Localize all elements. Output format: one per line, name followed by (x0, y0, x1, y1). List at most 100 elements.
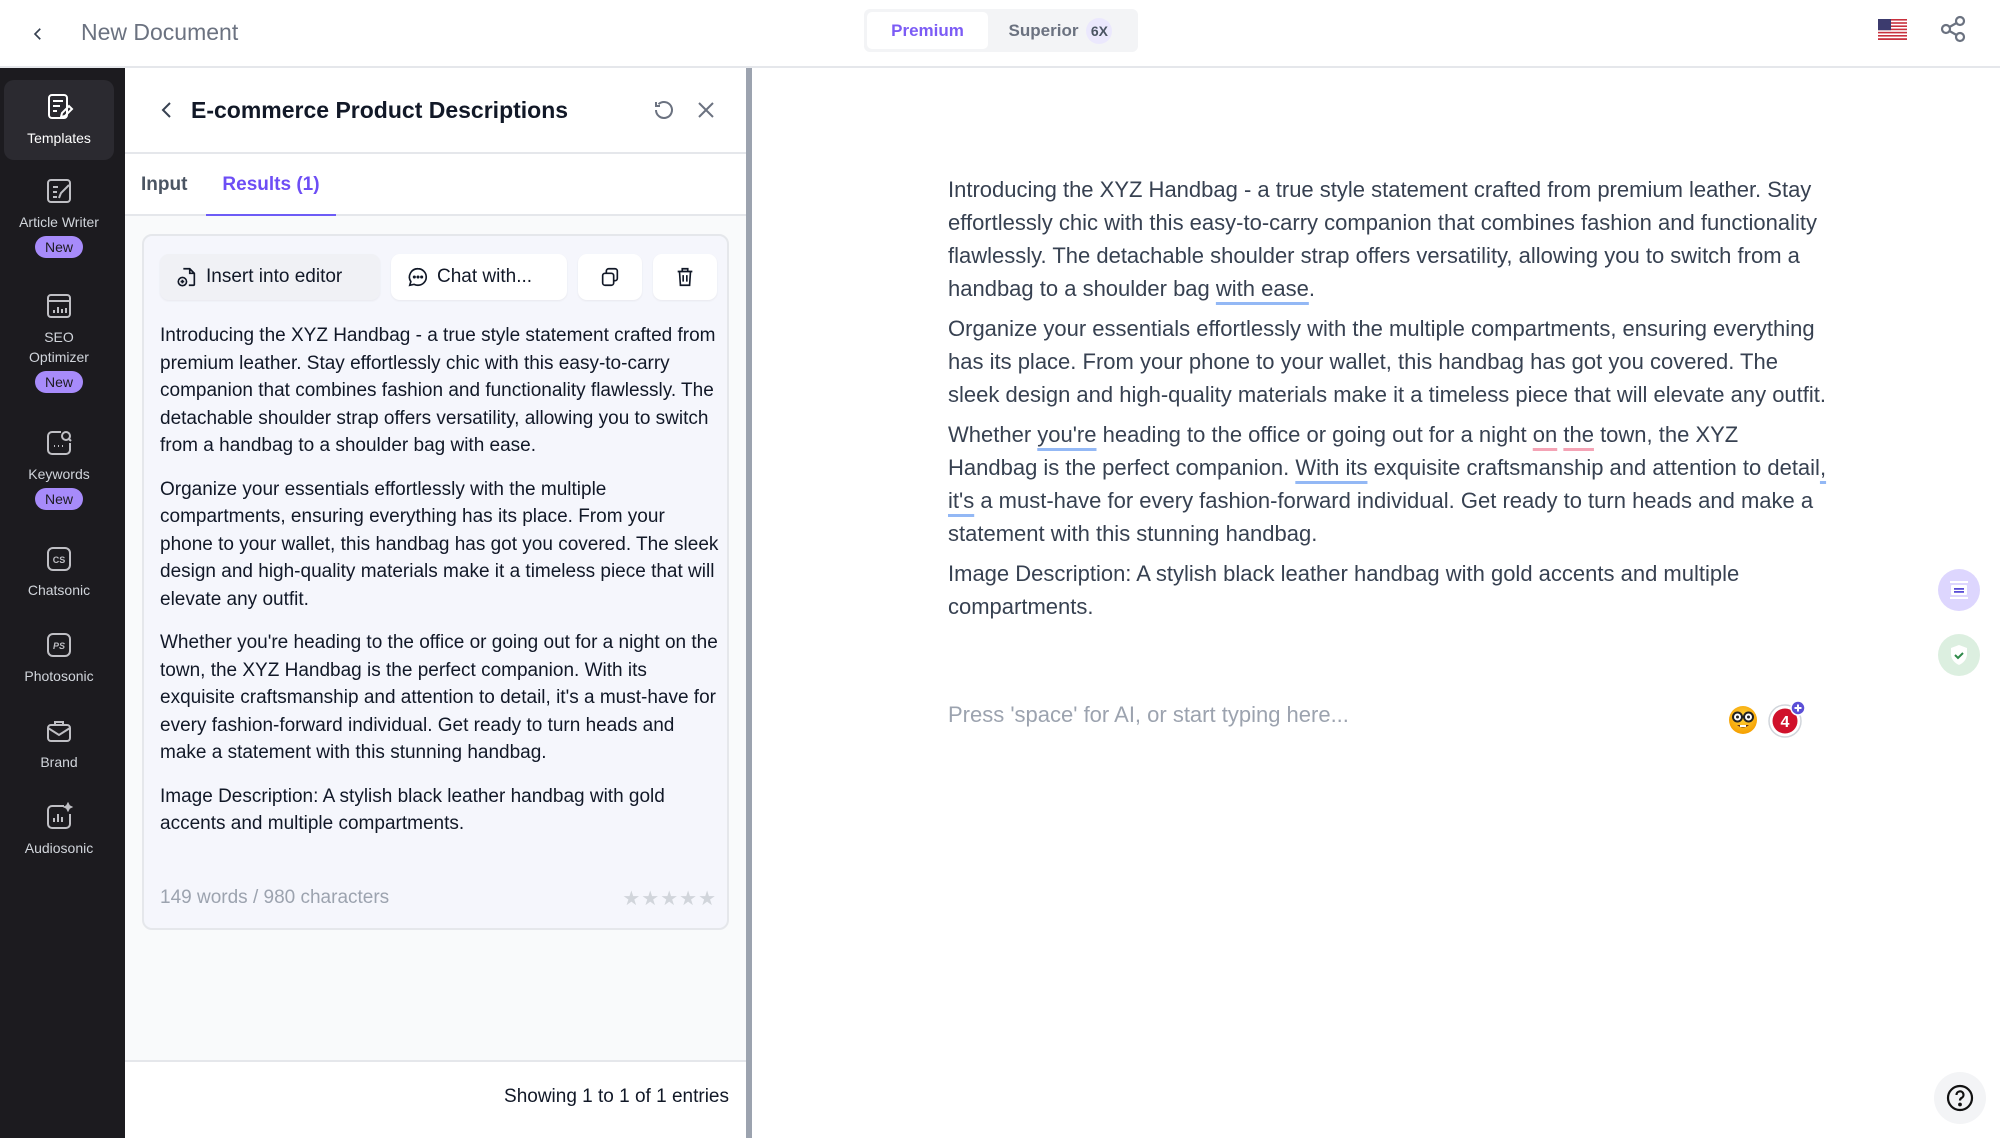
mode-premium[interactable]: Premium (867, 12, 988, 49)
mode-superior-label: Superior (1008, 20, 1079, 40)
star-icon[interactable]: ★ (641, 886, 659, 911)
tab-input[interactable]: Input (141, 154, 187, 216)
result-paragraph: Whether you're heading to the office or … (160, 632, 718, 763)
keywords-icon (47, 431, 72, 455)
result-paragraph: Organize your essentials effortlessly wi… (160, 478, 719, 610)
result-card: Insert into editor Chat with... Introduc… (142, 234, 729, 930)
spelling-suggestion[interactable]: on (1533, 422, 1557, 447)
left-navigation: Templates Article Writer New SEO Optimiz… (0, 68, 125, 1138)
rating-stars: ★ ★ ★ ★ ★ (622, 886, 716, 911)
grammar-issue-count: 4 (1781, 714, 1790, 731)
insert-label: Insert into editor (206, 266, 343, 287)
entries-count: Showing 1 to 1 of 1 entries (504, 1086, 729, 1107)
nav-article-writer-label: Article Writer (19, 214, 99, 230)
panel-tabs: Input Results (1) (125, 154, 746, 217)
insert-into-editor-button[interactable]: Insert into editor (160, 254, 380, 300)
editor-paragraph: Organize your essentials effortlessly wi… (948, 316, 1827, 407)
question-icon (1946, 1084, 1974, 1112)
nav-brand-label: Brand (40, 754, 78, 770)
editor-paragraph: Whether you're heading to the office or … (948, 422, 1827, 546)
nav-seo-optimizer-label: SEO Optimizer (29, 329, 89, 365)
spelling-suggestion[interactable]: the (1563, 422, 1594, 447)
grammar-suggestion[interactable]: you're (1037, 422, 1096, 447)
editor-paragraph: Introducing the XYZ Handbag - a true sty… (948, 177, 1818, 301)
new-badge: New (34, 371, 83, 393)
svg-text:CS: CS (53, 555, 66, 565)
editor: Introducing the XYZ Handbag - a true sty… (752, 68, 2000, 1138)
templates-icon (48, 94, 74, 119)
plagiarism-check-button[interactable] (1938, 634, 1980, 676)
document-title[interactable]: New Document (81, 16, 238, 48)
chevron-left-icon (33, 28, 41, 40)
reset-icon[interactable] (652, 98, 676, 122)
template-panel: E-commerce Product Descriptions Input Re… (125, 68, 746, 1138)
top-bar: New Document Premium Superior 6X (0, 0, 2000, 68)
mode-premium-label: Premium (891, 20, 964, 40)
nav-audiosonic-label: Audiosonic (24, 840, 94, 856)
nav-photosonic[interactable]: PS Photosonic (4, 630, 114, 686)
panel-header: E-commerce Product Descriptions (125, 68, 746, 154)
result-paragraph: Image Description: A stylish black leath… (160, 785, 665, 835)
chat-bubble-icon (408, 267, 427, 287)
nav-keywords-label: Keywords (28, 466, 90, 482)
new-badge: New (34, 236, 83, 258)
result-actions: Insert into editor Chat with... (160, 254, 717, 300)
ai-prompt-placeholder[interactable]: Press 'space' for AI, or start typing he… (948, 702, 1349, 728)
result-text: Introducing the XYZ Handbag - a true sty… (160, 322, 720, 854)
panel-title: E-commerce Product Descriptions (191, 97, 569, 123)
help-button[interactable] (1934, 1072, 1986, 1124)
result-footer: 149 words / 980 characters ★ ★ ★ ★ ★ (160, 884, 716, 912)
article-writer-icon (47, 179, 71, 203)
chat-with-button[interactable]: Chat with... (391, 254, 567, 300)
panel-back-icon[interactable] (155, 98, 179, 122)
result-paragraph: Introducing the XYZ Handbag - a true sty… (160, 325, 716, 456)
notes-button[interactable] (1938, 569, 1980, 611)
nav-chatsonic-label: Chatsonic (27, 582, 91, 598)
results-list: Insert into editor Chat with... Introduc… (125, 216, 746, 1060)
nav-keywords[interactable]: Keywords New (4, 428, 114, 510)
audiosonic-icon (47, 802, 74, 829)
star-icon[interactable]: ★ (679, 886, 697, 911)
photosonic-icon: PS (47, 633, 71, 657)
close-icon[interactable] (694, 98, 718, 122)
share-icon[interactable] (1938, 14, 1968, 44)
nav-audiosonic[interactable]: Audiosonic (4, 802, 114, 858)
svg-text:PS: PS (53, 641, 65, 651)
nerd-emoji-icon[interactable] (1727, 704, 1759, 736)
grammar-suggestion[interactable]: With its (1295, 455, 1367, 480)
word-count: 149 words / 980 characters (160, 887, 390, 908)
shield-check-icon (1951, 645, 1967, 665)
brand-icon (47, 721, 71, 742)
copy-icon (601, 267, 619, 287)
nav-photosonic-label: Photosonic (24, 668, 94, 684)
nav-article-writer[interactable]: Article Writer New (4, 176, 114, 258)
delete-button[interactable] (653, 254, 717, 300)
star-icon[interactable]: ★ (622, 886, 640, 911)
new-badge: New (34, 488, 83, 510)
chatsonic-icon: CS (47, 547, 71, 571)
insert-document-icon (177, 267, 196, 287)
mode-superior[interactable]: Superior 6X (988, 12, 1133, 49)
back-button[interactable] (18, 14, 58, 54)
multiplier-badge: 6X (1086, 17, 1113, 44)
editor-content[interactable]: Introducing the XYZ Handbag - a true sty… (948, 173, 1828, 630)
nav-templates[interactable]: Templates (4, 80, 114, 160)
tab-results[interactable]: Results (1) (206, 154, 336, 217)
seo-optimizer-icon (47, 294, 71, 318)
nav-seo-optimizer[interactable]: SEO Optimizer New (4, 291, 114, 393)
pagination-footer: Showing 1 to 1 of 1 entries (125, 1060, 746, 1138)
us-flag-icon[interactable] (1878, 19, 1907, 40)
editor-paragraph: Image Description: A stylish black leath… (948, 561, 1740, 619)
nav-chatsonic[interactable]: CS Chatsonic (4, 544, 114, 600)
document-lines-icon (1950, 581, 1968, 599)
chat-label: Chat with... (437, 266, 533, 287)
model-mode-switch: Premium Superior 6X (864, 9, 1138, 52)
star-icon[interactable]: ★ (698, 886, 716, 911)
nav-templates-label: Templates (27, 130, 91, 146)
star-icon[interactable]: ★ (660, 886, 678, 911)
nav-brand[interactable]: Brand (4, 716, 114, 772)
grammar-suggestion[interactable]: with ease (1216, 276, 1309, 301)
grammar-issues-badge[interactable]: 4 (1767, 699, 1807, 739)
copy-button[interactable] (578, 254, 642, 300)
trash-icon (677, 267, 693, 287)
